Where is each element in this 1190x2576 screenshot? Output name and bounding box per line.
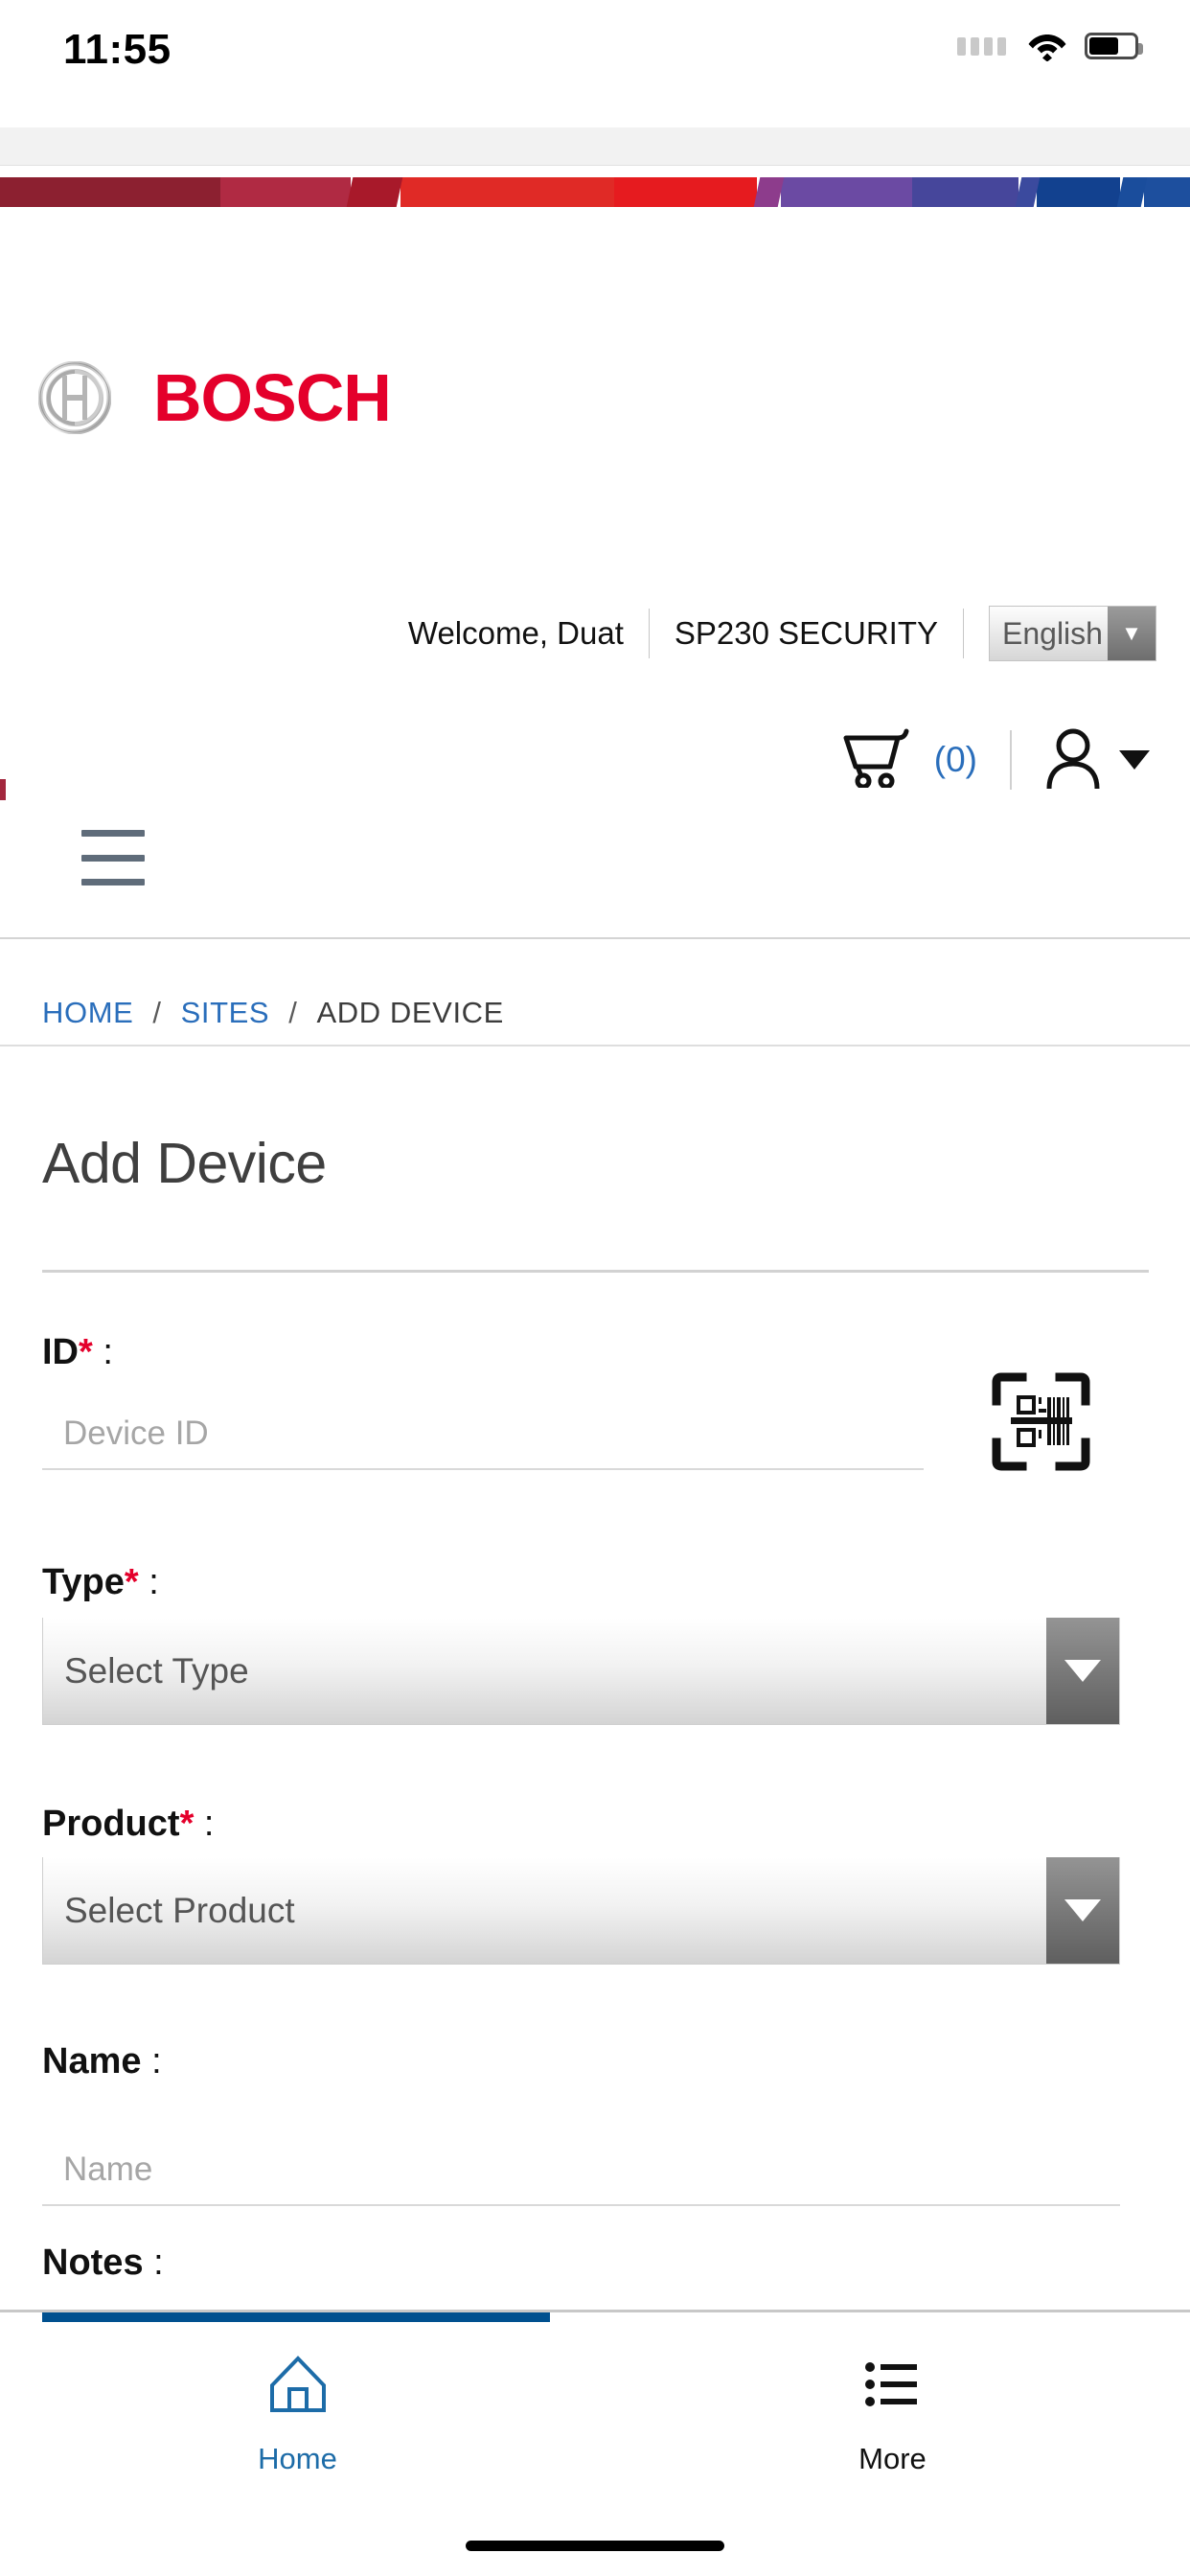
home-indicator	[466, 2541, 724, 2551]
chevron-down-icon[interactable]: ▼	[1108, 607, 1156, 660]
hamburger-menu-icon[interactable]	[81, 830, 145, 886]
status-bar-time: 11:55	[63, 26, 172, 73]
product-field-label: Product* :	[42, 1804, 214, 1845]
breadcrumb-item-sites[interactable]: SITES	[181, 996, 270, 1030]
header-gray-gap	[0, 127, 1190, 166]
type-field-label: Type* :	[42, 1562, 159, 1603]
account-divider	[1010, 730, 1012, 790]
welcome-divider-2	[963, 609, 964, 658]
id-label-colon: :	[103, 1332, 113, 1372]
notes-field-label: Notes :	[42, 2242, 164, 2284]
caret-down-icon[interactable]	[1119, 750, 1150, 770]
bosch-supergraphic	[0, 177, 1190, 207]
bosch-wordmark: BOSCH	[153, 360, 392, 435]
welcome-divider-1	[648, 609, 650, 658]
language-value: English	[1002, 615, 1103, 651]
bosch-anchor-icon	[37, 360, 112, 435]
name-label-text: Name	[42, 2041, 142, 2082]
tab-more[interactable]: More	[595, 2312, 1190, 2576]
product-label-colon: :	[203, 1804, 215, 1844]
account-bar: (0)	[0, 728, 1190, 792]
id-label-text: ID	[42, 1332, 79, 1372]
page-title-divider	[42, 1270, 1149, 1273]
cart-button[interactable]: (0)	[842, 728, 977, 793]
status-bar: 11:55	[0, 0, 1190, 127]
chevron-down-icon[interactable]	[1046, 1857, 1119, 1964]
tab-home[interactable]: Home	[0, 2312, 595, 2576]
chevron-down-icon[interactable]	[1046, 1618, 1119, 1724]
status-bar-indicators	[957, 31, 1143, 62]
device-name-input[interactable]	[42, 2135, 1120, 2206]
brand-logo[interactable]: BOSCH	[0, 340, 1190, 455]
welcome-greeting: Welcome, Duat	[407, 615, 624, 651]
required-asterisk: *	[179, 1804, 195, 1844]
id-field-label: ID* :	[42, 1332, 113, 1373]
cart-count: (0)	[933, 740, 977, 779]
type-select-value: Select Type	[64, 1650, 249, 1690]
breadcrumb-separator: /	[288, 996, 298, 1029]
breadcrumb-item-home[interactable]: HOME	[42, 996, 133, 1030]
user-menu-button[interactable]	[1044, 727, 1150, 794]
required-asterisk: *	[124, 1562, 139, 1602]
notes-label-text: Notes	[42, 2242, 144, 2283]
product-label-text: Product	[42, 1804, 180, 1844]
bottom-tab-bar: Home More	[0, 2310, 1190, 2576]
breadcrumb-divider	[0, 1045, 1190, 1046]
page-title: Add Device	[42, 1132, 327, 1195]
name-label-colon: :	[151, 2041, 162, 2082]
wifi-icon	[1027, 31, 1067, 62]
account-name: SP230 SECURITY	[674, 615, 938, 651]
welcome-bar: Welcome, Duat SP230 SECURITY English ▼	[0, 601, 1190, 666]
type-label-text: Type	[42, 1562, 125, 1602]
nav-divider	[0, 937, 1190, 939]
signal-dots-icon	[957, 36, 1006, 56]
type-select[interactable]: Select Type	[42, 1618, 1120, 1725]
notes-label-colon: :	[153, 2242, 164, 2283]
battery-icon	[1085, 33, 1143, 59]
product-select[interactable]: Select Product	[42, 1857, 1120, 1965]
person-icon	[1044, 727, 1102, 794]
breadcrumb-separator: /	[152, 996, 162, 1029]
shopping-cart-icon	[842, 728, 917, 793]
home-icon	[266, 2353, 330, 2421]
tab-active-indicator	[42, 2312, 550, 2322]
breadcrumb-item-add-device: ADD DEVICE	[316, 996, 504, 1029]
list-icon	[861, 2353, 925, 2421]
required-asterisk: *	[79, 1332, 93, 1372]
tab-home-label: Home	[258, 2442, 337, 2475]
name-field-label: Name :	[42, 2041, 162, 2082]
device-id-input[interactable]	[42, 1399, 924, 1470]
barcode-scanner-icon[interactable]	[992, 1372, 1090, 1471]
tab-more-label: More	[858, 2442, 927, 2475]
breadcrumb: HOME / SITES / ADD DEVICE	[0, 979, 1190, 1046]
language-select[interactable]: English ▼	[989, 606, 1156, 661]
product-select-value: Select Product	[64, 1890, 295, 1930]
type-label-colon: :	[149, 1562, 159, 1602]
